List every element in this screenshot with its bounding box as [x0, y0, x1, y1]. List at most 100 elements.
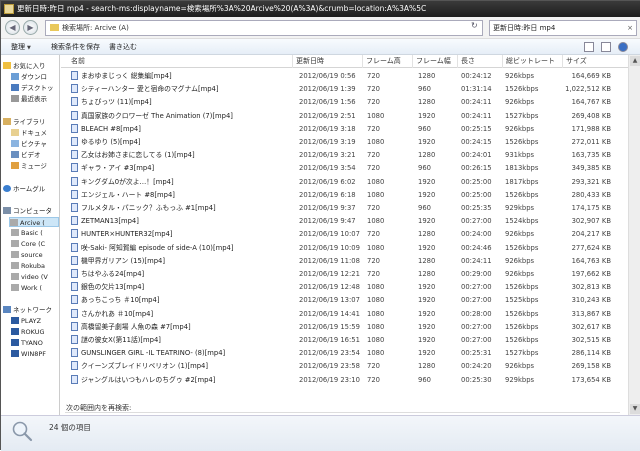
column-header-name[interactable]: 名前	[61, 55, 293, 68]
nav-network[interactable]: ネットワーク	[3, 305, 52, 315]
file-row[interactable]: HUNTER×HUNTER32[mp4] 2012/06/19 10:07 720 1…	[61, 228, 628, 241]
nav-libraries[interactable]: ライブラリ	[3, 117, 46, 127]
file-row[interactable]: 乙女はお姉さまに恋してる (1)[mp4] 2012/06/19 3:21 720 1…	[61, 149, 628, 162]
nav-item-drive-video[interactable]: video (V	[11, 272, 48, 282]
nav-computer[interactable]: コンピュータ	[3, 206, 52, 216]
file-size: 164,763 KB	[571, 256, 611, 265]
column-header-bitrate[interactable]: 総ビットレート	[503, 55, 563, 68]
file-date: 2012/06/19 2:51	[299, 111, 356, 120]
refresh-icon[interactable]: ↻	[471, 21, 481, 33]
back-arrow-icon[interactable]: ◀	[5, 20, 20, 35]
nav-item-network-tyano[interactable]: TYANO	[11, 338, 43, 348]
file-row[interactable]: ジャングルはいつもハレのちグゥ #2[mp4] 2012/06/19 23:10 7…	[61, 374, 628, 387]
file-row[interactable]: あっちこっち ＃10[mp4] 2012/06/19 13:07 1080 1920 0…	[61, 294, 628, 307]
title-bar[interactable]: 更新日時:昨日 mp4 - search-ms:displayname=検索場所…	[1, 1, 640, 17]
address-bar[interactable]: 検索場所: Arcive (A)	[45, 20, 483, 36]
file-length: 00:24:12	[461, 72, 492, 80]
file-frame-height: 720	[367, 362, 380, 371]
view-options-icon[interactable]	[584, 42, 594, 52]
file-row[interactable]: ZETMAN13[mp4] 2012/06/19 9:47 1080 1920 00:2…	[61, 215, 628, 228]
nav-item-drive-basic[interactable]: Basic (	[11, 228, 43, 238]
nav-item-network-rokug[interactable]: ROKUG	[11, 327, 45, 337]
file-frame-width: 1280	[418, 362, 436, 371]
file-row[interactable]: まおゆまじっく 総集編[mp4] 2012/06/19 0:56 720 1280 00…	[61, 70, 628, 83]
burn-button[interactable]: 書き込む	[109, 42, 137, 52]
file-length: 00:25:15	[461, 124, 492, 133]
file-row[interactable]: ちはやふる24[mp4] 2012/06/19 12:21 720 1280 00:29…	[61, 268, 628, 281]
file-row[interactable]: 高橋留美子劇場 人魚の森 #7[mp4] 2012/06/19 15:59 1080…	[61, 321, 628, 334]
file-row[interactable]: エンジェル・ハート #8[mp4] 2012/06/19 6:18 1080 1920…	[61, 189, 628, 202]
file-row[interactable]: フルメタル・パニック？ふもっふ #1[mp4] 2012/06/19 9:37 72…	[61, 202, 628, 215]
nav-item-network-playz[interactable]: PLAYZ	[11, 316, 41, 326]
file-row[interactable]: ギャラ・アイ #3[mp4] 2012/06/19 3:54 720 960 00:26…	[61, 162, 628, 175]
nav-item-music[interactable]: ミュージ	[11, 161, 47, 171]
help-icon[interactable]	[618, 42, 628, 52]
file-frame-width: 1280	[418, 256, 436, 265]
file-row[interactable]: クイーンズブレイドリベリオン (1)[mp4] 2012/06/19 23:58 7…	[61, 360, 628, 373]
file-bitrate: 1527kbps	[505, 349, 539, 358]
file-row[interactable]: 謎の彼女X(第11話)[mp4] 2012/06/19 16:51 1080 1920…	[61, 334, 628, 347]
scroll-up-icon[interactable]: ▲	[630, 56, 640, 66]
clear-search-icon[interactable]: ×	[627, 21, 633, 35]
file-length: 00:25:00	[461, 190, 492, 199]
organize-button[interactable]: 整理 ▼	[11, 42, 31, 52]
file-length: 00:25:31	[461, 349, 492, 358]
vertical-scrollbar[interactable]: ▲ ▼	[628, 55, 640, 415]
drive-icon	[11, 240, 19, 247]
file-row[interactable]: さんかれあ ＃10[mp4] 2012/06/19 14:41 1080 1920 00…	[61, 308, 628, 321]
file-row[interactable]: 咲-Saki- 阿知賀編 episode of side-A (10)[mp4]…	[61, 242, 628, 255]
file-size: 269,408 KB	[571, 111, 611, 120]
file-row[interactable]: BLEACH #8[mp4] 2012/06/19 3:18 720 960 00:25…	[61, 123, 628, 136]
column-header-date[interactable]: 更新日時	[293, 55, 363, 68]
video-file-icon	[71, 295, 78, 305]
file-frame-width: 1920	[418, 190, 436, 199]
nav-item-downloads[interactable]: ダウンロ	[11, 72, 47, 82]
column-header-frame-width[interactable]: フレーム幅	[413, 55, 458, 68]
search-input[interactable]: 更新日時:昨日 mp4 ×	[489, 20, 637, 36]
nav-item-videos[interactable]: ビデオ	[11, 150, 41, 160]
desktop-icon	[11, 84, 19, 91]
nav-favorites[interactable]: お気に入り	[3, 61, 46, 71]
nav-homegroup[interactable]: ホームグル	[3, 184, 45, 194]
file-row[interactable]: 真国家族のクロワーゼ The Animation (7)[mp4] 2012/06…	[61, 110, 628, 123]
file-frame-width: 960	[418, 164, 431, 173]
column-header-length[interactable]: 長さ	[458, 55, 503, 68]
nav-item-drive-work[interactable]: Work (	[11, 283, 42, 293]
nav-item-drive-arcive[interactable]: Arcive (	[9, 217, 59, 227]
file-row[interactable]: シティーハンター 愛と宿命のマグナム[mp4] 2012/06/19 1:39 72…	[61, 83, 628, 96]
scroll-down-icon[interactable]: ▼	[630, 404, 640, 414]
file-bitrate: 1526kbps	[505, 283, 539, 292]
file-frame-width: 1280	[418, 72, 436, 80]
file-size: 174,175 KB	[571, 204, 611, 212]
nav-item-network-win8pf[interactable]: WIN8PF	[11, 349, 46, 359]
file-row[interactable]: GUNSLINGER GIRL -IL TEATRINO- (8)[mp4] 20…	[61, 347, 628, 360]
file-frame-height: 720	[367, 204, 380, 212]
file-date: 2012/06/19 0:56	[299, 72, 356, 80]
file-name: エンジェル・ハート #8[mp4]	[71, 189, 293, 202]
forward-arrow-icon[interactable]: ▶	[23, 20, 38, 35]
file-frame-width: 1280	[418, 270, 436, 278]
save-search-button[interactable]: 検索条件を保存	[51, 42, 100, 52]
file-length: 00:24:11	[461, 111, 492, 120]
folder-icon	[4, 4, 14, 14]
column-header-frame-height[interactable]: フレーム高	[363, 55, 413, 68]
file-bitrate: 931kbps	[505, 151, 535, 160]
nav-item-drive-rokuba[interactable]: Rokuba	[11, 261, 45, 271]
column-header-size[interactable]: サイズ	[563, 55, 628, 68]
preview-pane-icon[interactable]	[601, 42, 611, 52]
nav-item-desktop[interactable]: デスクトッ	[11, 83, 54, 93]
file-row[interactable]: 機甲界ガリアン (15)[mp4] 2012/06/19 11:08 720 1280…	[61, 255, 628, 268]
video-file-icon	[71, 361, 78, 371]
nav-item-documents[interactable]: ドキュメ	[11, 128, 47, 138]
file-row[interactable]: ゆるゆり (5)[mp4] 2012/06/19 3:19 1080 1920 00:2…	[61, 136, 628, 149]
file-name: 謎の彼女X(第11話)[mp4]	[71, 334, 293, 347]
nav-item-recent[interactable]: 最近表示	[11, 94, 47, 104]
file-row[interactable]: ちょびっツ (11)[mp4] 2012/06/19 1:56 720 1280 00:…	[61, 96, 628, 109]
nav-item-drive-core[interactable]: Core (C	[11, 239, 45, 249]
file-size: 204,217 KB	[571, 230, 611, 239]
file-date: 2012/06/19 12:21	[299, 270, 360, 278]
file-row[interactable]: 銀色の欠片13[mp4] 2012/06/19 12:48 1080 1920 00:2…	[61, 281, 628, 294]
nav-item-pictures[interactable]: ピクチャ	[11, 139, 47, 149]
file-row[interactable]: キングダム0が次よ…！[mp4] 2012/06/19 6:02 1080 1920 0…	[61, 176, 628, 189]
nav-item-drive-source[interactable]: source	[11, 250, 43, 260]
